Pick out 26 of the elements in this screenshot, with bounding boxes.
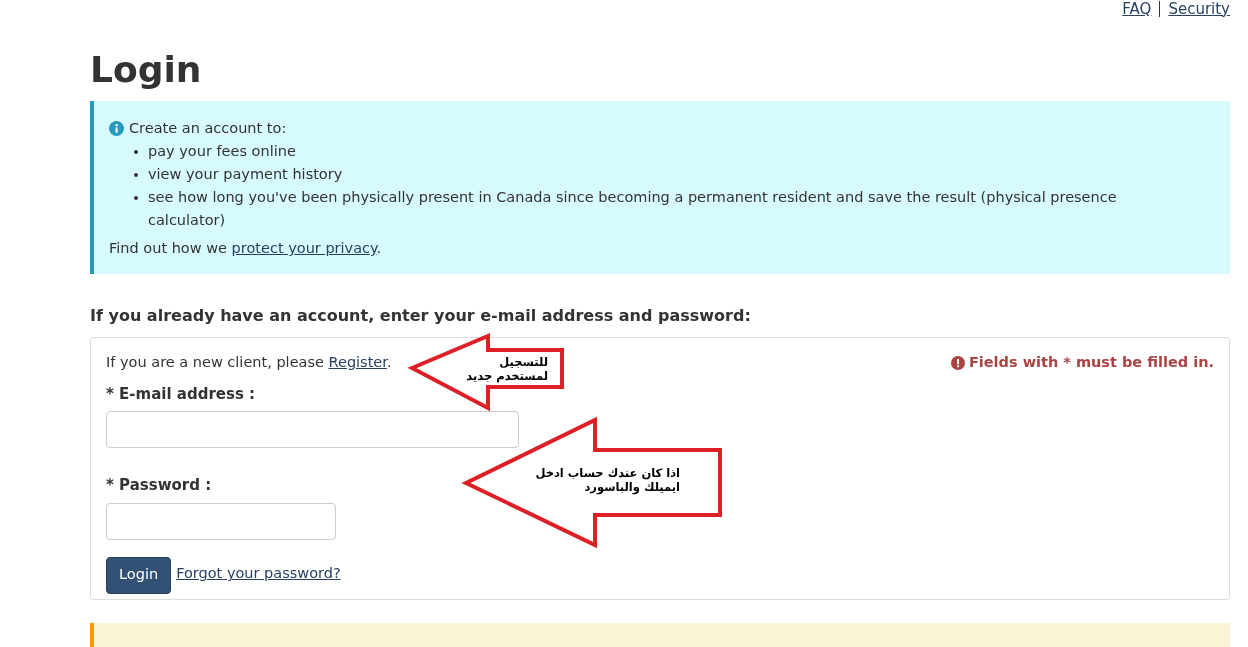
annotation-text: اذا كان عندك حساب ادخل ايميلك والباسورد (534, 466, 680, 494)
new-client-text: If you are a new client, please Register. (106, 353, 392, 372)
annotation-text: للتسجيل لمستخدم جديد (465, 355, 548, 383)
bullet-icon (134, 196, 138, 200)
page-title: Login (90, 48, 203, 92)
top-link[interactable]: Security (1168, 1, 1230, 17)
bullet-icon (134, 150, 138, 154)
field-label: * E-mail address : (106, 383, 256, 405)
form-heading: If you already have an account, enter your e-mail address and password: (90, 305, 752, 327)
bullet-icon (134, 173, 138, 177)
register-link[interactable]: Register (328, 354, 387, 370)
field-label: * Password : (106, 475, 212, 497)
top-link[interactable]: FAQ (1122, 1, 1152, 17)
forgot-password-link[interactable]: Forgot your password? (176, 563, 341, 586)
list-item-text: pay your fees online (148, 142, 296, 161)
password-field[interactable] (106, 502, 336, 540)
list-item-text: see how long you've been physically present in Canada since becoming a permanent resident and save the result (physical presence calculator) (148, 188, 1118, 230)
required-note: Fields with * must be filled in. (968, 353, 1214, 372)
email-field[interactable] (106, 411, 519, 449)
info-icon (109, 121, 124, 136)
login-button[interactable]: Login (106, 556, 172, 594)
info-intro: Create an account to: (129, 119, 287, 138)
privacy-text: Find out how we protect your privacy. (109, 239, 383, 258)
alert-icon (950, 355, 965, 370)
privacy-link[interactable]: protect your privacy (231, 240, 377, 256)
list-item-text: view your payment history (148, 165, 343, 184)
